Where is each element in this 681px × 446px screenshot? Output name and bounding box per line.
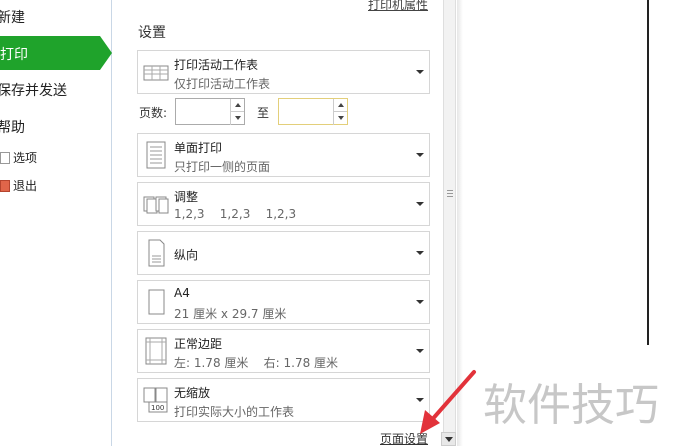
scaling-subtitle: 打印实际大小的工作表 [174, 405, 295, 419]
nav-print-label: 打印 [0, 47, 28, 63]
grip-icon [447, 190, 453, 197]
scaling-title: 无缩放 [174, 386, 211, 400]
margins-dropdown[interactable]: 正常边距 左: 1.78 厘米 右: 1.78 厘米 [137, 329, 430, 373]
collate-icon [143, 196, 169, 214]
scroll-down-button[interactable] [441, 432, 456, 446]
paper-icon [148, 289, 165, 315]
nav-exit-label: 退出 [13, 179, 38, 193]
pages-range: 页数: 至 [137, 98, 430, 126]
page-setup-link[interactable]: 页面设置 [380, 430, 428, 446]
paper-size-title: A4 [174, 286, 190, 300]
nav-help[interactable]: 帮助 [0, 117, 25, 137]
print-sides-dropdown[interactable]: 单面打印 只打印一侧的页面 [137, 133, 430, 177]
svg-text:100: 100 [151, 404, 164, 412]
paper-size-subtitle: 21 厘米 x 29.7 厘米 [174, 307, 287, 321]
worksheet-icon [143, 65, 169, 81]
preview-shadow [457, 0, 463, 446]
pages-label: 页数: [139, 106, 168, 120]
printer-properties-link[interactable]: 打印机属性 [368, 0, 428, 13]
chevron-down-icon [416, 153, 424, 157]
single-sided-icon [146, 141, 166, 169]
collate-title: 调整 [174, 190, 199, 204]
nav-options[interactable]: 选项 [0, 149, 37, 166]
nav-exit[interactable]: 退出 [0, 177, 37, 194]
stepper-down-icon[interactable] [333, 112, 347, 125]
chevron-down-icon [416, 70, 424, 74]
options-icon [0, 152, 10, 164]
collate-dropdown[interactable]: 调整 1,2,3 1,2,3 1,2,3 [137, 182, 430, 226]
margins-title: 正常边距 [174, 337, 223, 351]
watermark-text: 软件技巧 [483, 380, 659, 431]
margins-subtitle: 左: 1.78 厘米 右: 1.78 厘米 [174, 356, 339, 370]
print-sides-subtitle: 只打印一侧的页面 [174, 160, 271, 174]
pages-to-stepper[interactable] [278, 98, 348, 125]
print-sides-title: 单面打印 [174, 141, 223, 155]
stepper-down-icon[interactable] [230, 112, 244, 125]
scaling-dropdown[interactable]: 100 无缩放 打印实际大小的工作表 [137, 378, 430, 422]
panel-splitter[interactable] [443, 0, 456, 446]
nav-print-pointer [100, 36, 112, 70]
exit-icon [0, 180, 10, 192]
nav-save-send[interactable]: 保存并发送 [0, 80, 67, 100]
chevron-down-icon [416, 349, 424, 353]
print-what-subtitle: 仅打印活动工作表 [174, 77, 271, 91]
print-what-title: 打印活动工作表 [174, 58, 259, 72]
stepper-up-icon[interactable] [333, 99, 347, 112]
no-scaling-icon: 100 [143, 387, 168, 413]
chevron-down-icon [416, 202, 424, 206]
margins-icon [145, 337, 167, 365]
preview-page-edge [647, 0, 649, 345]
pages-to-label: 至 [257, 106, 270, 120]
stepper-up-icon[interactable] [230, 99, 244, 112]
chevron-down-icon [416, 251, 424, 255]
nav-new[interactable]: 新建 [0, 7, 25, 27]
nav-print[interactable]: 打印 [0, 36, 112, 70]
chevron-down-icon [416, 398, 424, 402]
orientation-dropdown[interactable]: 纵向 [137, 231, 430, 275]
chevron-down-icon [416, 300, 424, 304]
orientation-title: 纵向 [174, 248, 199, 262]
pages-from-stepper[interactable] [175, 98, 245, 125]
backstage-nav: 新建 打印 保存并发送 帮助 选项 退出 [0, 0, 112, 446]
nav-options-label: 选项 [13, 151, 38, 165]
portrait-icon [148, 239, 165, 267]
settings-section-title: 设置 [138, 25, 166, 41]
print-what-dropdown[interactable]: 打印活动工作表 仅打印活动工作表 [137, 50, 430, 94]
paper-size-dropdown[interactable]: A4 21 厘米 x 29.7 厘米 [137, 280, 430, 324]
collate-subtitle: 1,2,3 1,2,3 1,2,3 [174, 207, 297, 221]
